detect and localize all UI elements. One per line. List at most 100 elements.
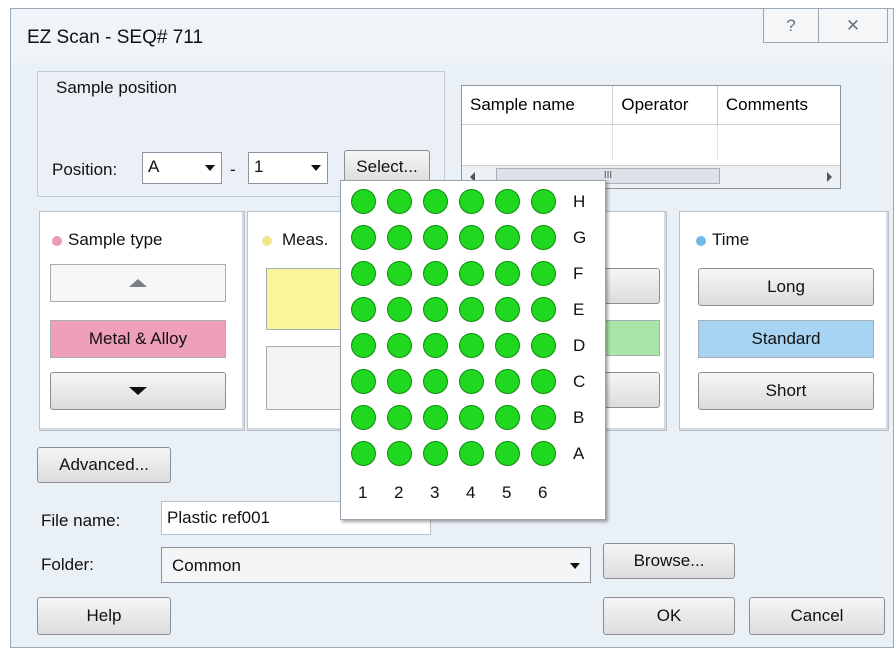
well-F1[interactable]	[351, 261, 376, 286]
well-H3[interactable]	[423, 189, 448, 214]
sample-position-label: Sample position	[56, 78, 177, 97]
well-C2[interactable]	[387, 369, 412, 394]
sample-type-panel: Sample type Metal & Alloy	[39, 211, 245, 431]
well-A5[interactable]	[495, 441, 520, 466]
measurement-label: Meas.	[282, 230, 329, 249]
well-F2[interactable]	[387, 261, 412, 286]
well-A1[interactable]	[351, 441, 376, 466]
row-label: F	[573, 264, 584, 283]
table-cell[interactable]	[612, 124, 718, 160]
well-G1[interactable]	[351, 225, 376, 250]
well-E2[interactable]	[387, 297, 412, 322]
well-B2[interactable]	[387, 405, 412, 430]
column-header[interactable]: Comments	[717, 86, 840, 125]
well-H5[interactable]	[495, 189, 520, 214]
well-C6[interactable]	[531, 369, 556, 394]
column-label: 6	[538, 483, 548, 502]
well-C5[interactable]	[495, 369, 520, 394]
well-H1[interactable]	[351, 189, 376, 214]
chevron-down-icon	[570, 563, 580, 569]
well-B5[interactable]	[495, 405, 520, 430]
well-H6[interactable]	[531, 189, 556, 214]
column-label: 5	[502, 483, 512, 502]
help-title-button[interactable]: ?	[763, 9, 819, 43]
position-row-value: A	[148, 157, 160, 176]
well-G3[interactable]	[423, 225, 448, 250]
row-label: A	[573, 444, 585, 463]
well-F5[interactable]	[495, 261, 520, 286]
folder-select[interactable]: Common	[161, 547, 591, 583]
arrow-down-icon	[129, 387, 147, 395]
well-C1[interactable]	[351, 369, 376, 394]
well-D4[interactable]	[459, 333, 484, 358]
hidden-option-button-2[interactable]	[598, 372, 660, 408]
well-E6[interactable]	[531, 297, 556, 322]
well-F4[interactable]	[459, 261, 484, 286]
position-row-select[interactable]: A	[142, 152, 222, 184]
column-label: 3	[430, 483, 440, 502]
well-D3[interactable]	[423, 333, 448, 358]
hidden-option-selected[interactable]	[598, 320, 660, 356]
advanced-button[interactable]: Advanced...	[37, 447, 171, 483]
help-button[interactable]: Help	[37, 597, 171, 635]
well-E5[interactable]	[495, 297, 520, 322]
browse-button[interactable]: Browse...	[603, 543, 735, 579]
well-B4[interactable]	[459, 405, 484, 430]
column-header[interactable]: Sample name	[462, 86, 614, 125]
well-D5[interactable]	[495, 333, 520, 358]
column-header[interactable]: Operator	[612, 86, 718, 125]
time-short-button[interactable]: Short	[698, 372, 874, 410]
sample-type-selected[interactable]: Metal & Alloy	[50, 320, 226, 358]
well-E4[interactable]	[459, 297, 484, 322]
well-D1[interactable]	[351, 333, 376, 358]
well-B3[interactable]	[423, 405, 448, 430]
sample-table[interactable]: Sample name Operator Comments III	[461, 85, 841, 189]
window-title: EZ Scan - SEQ# 711	[27, 27, 204, 48]
row-label: B	[573, 408, 585, 427]
sample-type-down-button[interactable]	[50, 372, 226, 410]
well-A2[interactable]	[387, 441, 412, 466]
position-column-value: 1	[254, 157, 264, 176]
well-D6[interactable]	[531, 333, 556, 358]
well-H4[interactable]	[459, 189, 484, 214]
well-E1[interactable]	[351, 297, 376, 322]
arrow-up-icon	[129, 279, 147, 287]
row-label: E	[573, 300, 585, 319]
sample-type-up-button[interactable]	[50, 264, 226, 302]
close-button[interactable]: ✕	[818, 9, 888, 43]
well-F3[interactable]	[423, 261, 448, 286]
ok-button[interactable]: OK	[603, 597, 735, 635]
well-B1[interactable]	[351, 405, 376, 430]
well-G2[interactable]	[387, 225, 412, 250]
well-A4[interactable]	[459, 441, 484, 466]
well-H2[interactable]	[387, 189, 412, 214]
time-standard-button[interactable]: Standard	[698, 320, 874, 358]
well-C4[interactable]	[459, 369, 484, 394]
well-A3[interactable]	[423, 441, 448, 466]
scroll-right-icon[interactable]	[827, 172, 832, 182]
folder-value: Common	[172, 556, 241, 575]
title-bar: EZ Scan - SEQ# 711 ? ✕	[11, 9, 893, 63]
well-F6[interactable]	[531, 261, 556, 286]
table-cell[interactable]	[462, 124, 614, 160]
table-cell[interactable]	[717, 124, 840, 160]
well-D2[interactable]	[387, 333, 412, 358]
well-A6[interactable]	[531, 441, 556, 466]
hidden-option-button-1[interactable]	[598, 268, 660, 304]
cancel-button[interactable]: Cancel	[749, 597, 885, 635]
column-label: 4	[466, 483, 476, 502]
folder-label: Folder:	[41, 555, 94, 574]
time-dot	[696, 236, 706, 246]
well-G5[interactable]	[495, 225, 520, 250]
well-G4[interactable]	[459, 225, 484, 250]
well-G6[interactable]	[531, 225, 556, 250]
well-C3[interactable]	[423, 369, 448, 394]
sample-type-label: Sample type	[68, 230, 163, 249]
position-column-select[interactable]: 1	[248, 152, 328, 184]
time-panel: Time Long Standard Short	[679, 211, 889, 431]
select-position-button[interactable]: Select...	[344, 150, 430, 184]
time-long-button[interactable]: Long	[698, 268, 874, 306]
well-E3[interactable]	[423, 297, 448, 322]
measurement-dot	[262, 236, 272, 246]
well-B6[interactable]	[531, 405, 556, 430]
